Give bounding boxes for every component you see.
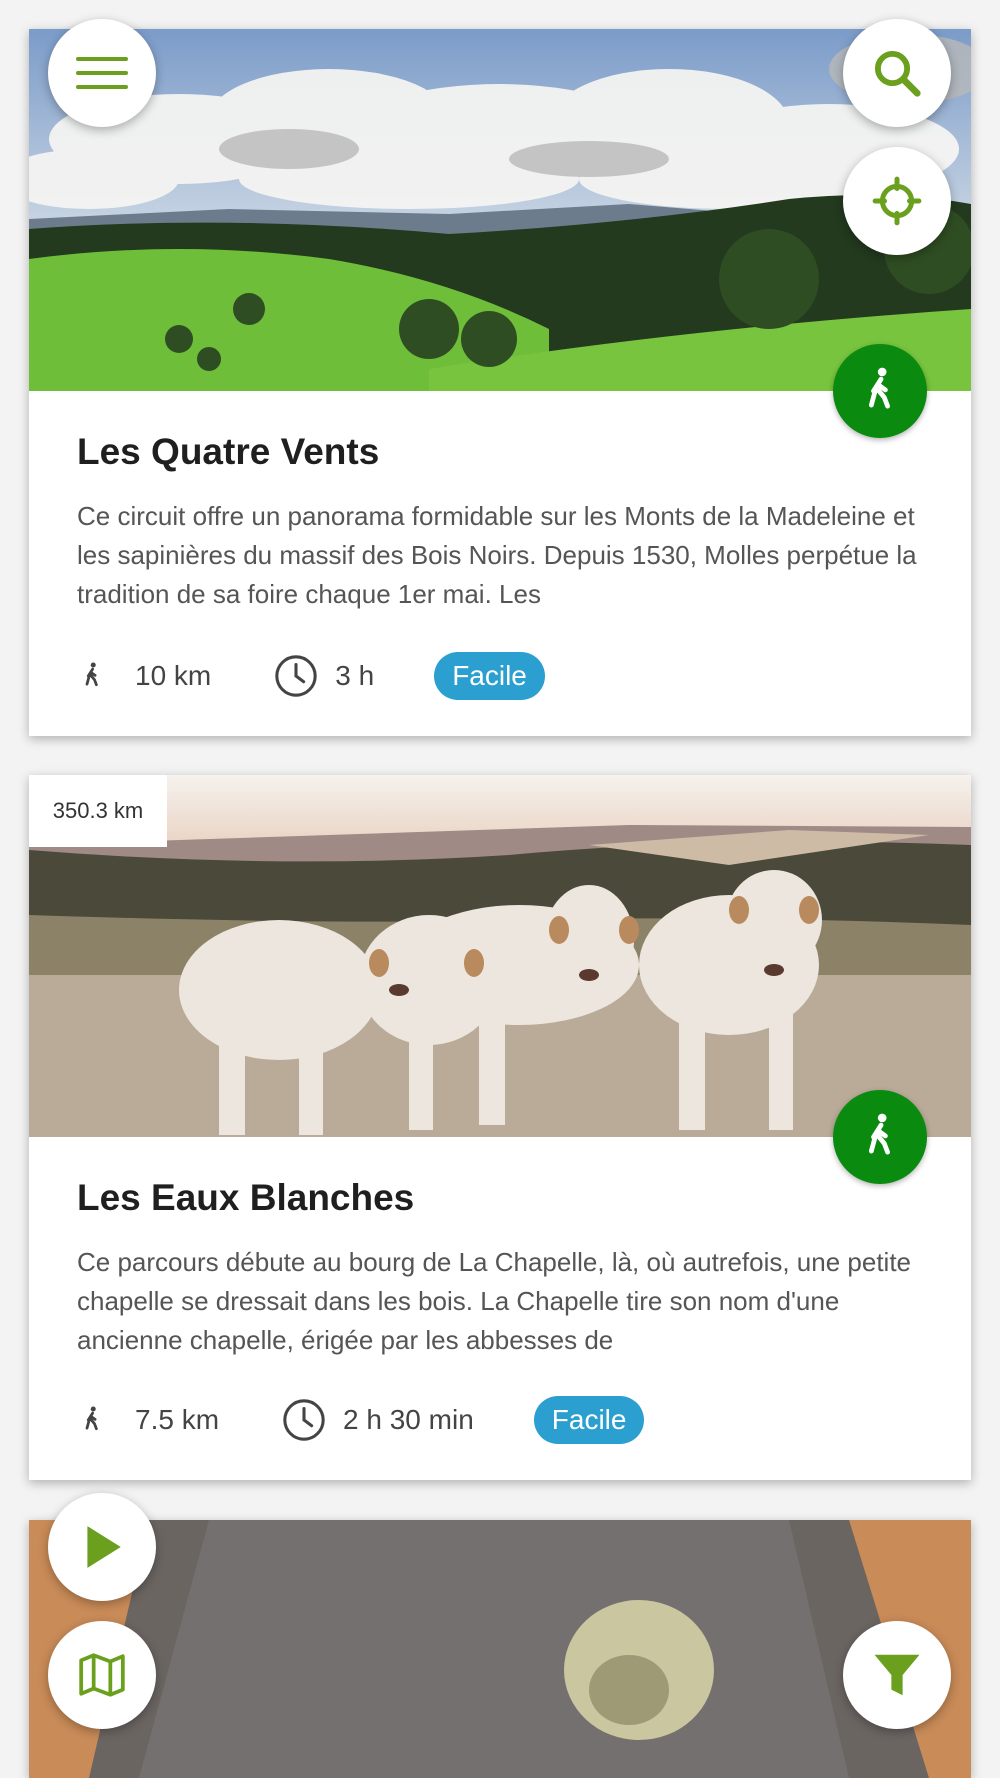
trail-length-value: 7.5 km	[135, 1404, 220, 1435]
trail-duration: 2 h 30 min	[281, 1397, 474, 1443]
trail-duration-value: 3 h	[335, 660, 375, 691]
hiking-icon	[868, 367, 890, 409]
trail-card[interactable]: 350.3 km Les Eaux Blanches Ce parcours d…	[29, 775, 971, 1480]
trail-image: 350.3 km	[29, 775, 971, 1137]
trail-length: 10 km	[77, 660, 211, 692]
crosshair-location-icon	[872, 176, 922, 226]
walking-icon	[77, 660, 107, 692]
trail-title: Les Eaux Blanches	[77, 1177, 415, 1218]
walking-icon	[77, 1404, 107, 1436]
trail-card[interactable]	[29, 1520, 971, 1778]
map-icon	[79, 1653, 125, 1697]
trail-description: Ce circuit offre un panorama formidable …	[77, 501, 917, 609]
distance-badge: 350.3 km	[29, 775, 167, 847]
locate-button[interactable]	[843, 147, 951, 255]
landscape-photo	[29, 29, 971, 391]
filter-button[interactable]	[843, 1621, 951, 1729]
cows-photo	[29, 775, 971, 1137]
menu-button[interactable]	[48, 19, 156, 127]
hamburger-menu-icon	[76, 57, 128, 89]
difficulty-badge: Facile	[533, 1396, 645, 1444]
trail-length: 7.5 km	[77, 1404, 219, 1436]
trail-length-value: 10 km	[135, 660, 212, 691]
trail-meta: 10 km 3 h Facile	[77, 652, 545, 700]
trail-duration-value: 2 h 30 min	[343, 1404, 474, 1435]
search-icon	[874, 50, 921, 97]
play-icon	[87, 1526, 121, 1568]
trail-title: Les Quatre Vents	[77, 431, 380, 472]
hiking-icon	[868, 1113, 890, 1155]
trail-meta: 7.5 km 2 h 30 min Facile	[77, 1396, 645, 1444]
trail-image	[29, 1520, 971, 1778]
hiking-activity-badge	[833, 1090, 927, 1184]
filter-funnel-icon	[874, 1654, 920, 1696]
trail-image	[29, 29, 971, 391]
hiking-activity-badge	[833, 344, 927, 438]
map-button[interactable]	[48, 1621, 156, 1729]
search-button[interactable]	[843, 19, 951, 127]
stone-photo	[29, 1520, 971, 1778]
clock-icon	[273, 653, 319, 699]
trail-description: Ce parcours débute au bourg de La Chapel…	[77, 1247, 912, 1355]
trail-duration: 3 h	[273, 653, 374, 699]
clock-icon	[281, 1397, 327, 1443]
difficulty-badge: Facile	[434, 652, 545, 700]
trail-card[interactable]: Les Quatre Vents Ce circuit offre un pan…	[29, 29, 971, 736]
play-button[interactable]	[48, 1493, 156, 1601]
